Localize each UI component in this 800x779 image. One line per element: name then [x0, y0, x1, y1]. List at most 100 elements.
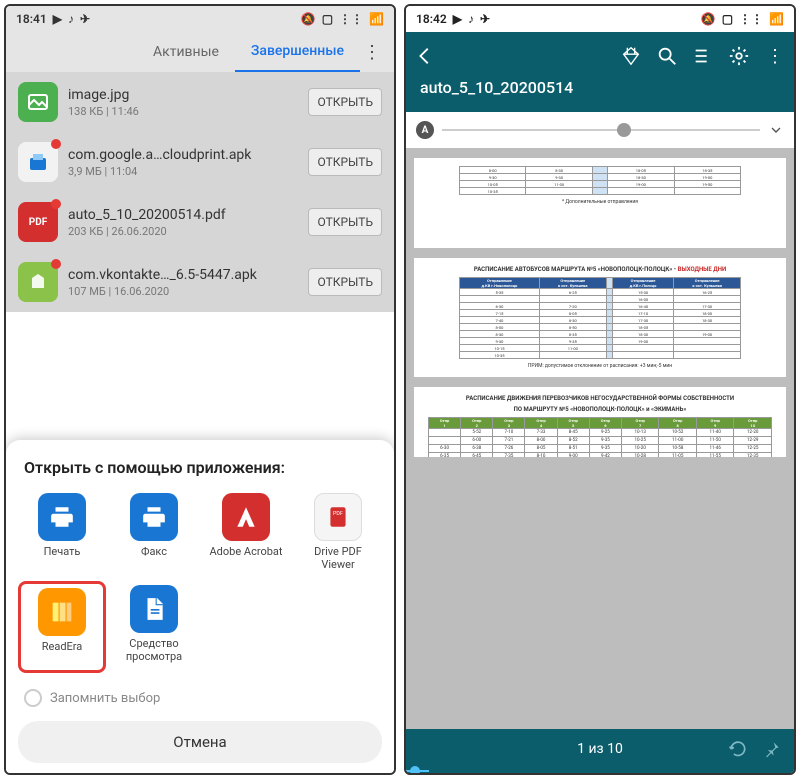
app-label: Факс: [141, 545, 167, 571]
app-grid: Печать Факс Adobe Acrobat PDF Drive PDF …: [18, 489, 382, 673]
wifi-icon: ⋮⋮: [739, 12, 763, 26]
youtube-icon: ▶: [453, 12, 462, 26]
app-print[interactable]: Печать: [18, 489, 106, 575]
search-icon[interactable]: [656, 45, 678, 67]
update-badge-icon: [51, 199, 61, 209]
page-heading: РАСПИСАНИЕ ДВИЖЕНИЯ ПЕРЕВОЗЧИКОВ НЕГОСУД…: [428, 395, 772, 402]
table-note: * Дополнительные отправления: [428, 199, 772, 205]
image-file-icon: [18, 82, 58, 122]
contents-icon[interactable]: [692, 45, 714, 67]
battery-icon: ▢: [322, 12, 333, 26]
app-fax[interactable]: Факс: [110, 489, 198, 575]
open-button[interactable]: ОТКРЫТЬ: [308, 88, 382, 116]
app-label: Drive PDF Viewer: [298, 545, 378, 571]
slider-thumb[interactable]: [617, 123, 631, 137]
file-name: auto_5_10_20200514.pdf: [68, 207, 298, 223]
status-bar: 18:42 ▶ ♪ ✈ 🔕 ▢ ⋮⋮ 📶: [406, 6, 794, 32]
signal-icon: 📶: [769, 12, 784, 26]
svg-text:PDF: PDF: [333, 510, 343, 516]
file-name: image.jpg: [68, 87, 298, 103]
tiktok-icon: ♪: [468, 12, 474, 26]
page-heading: РАСПИСАНИЕ АВТОБУСОВ МАРШРУТА №5 «НОВОПО…: [428, 266, 772, 273]
app-label: Adobe Acrobat: [210, 545, 283, 571]
file-meta: 3,9 МБ | 11:04: [68, 165, 298, 178]
auto-brightness-icon[interactable]: A: [416, 121, 434, 139]
pdf-file-icon: PDF: [18, 202, 58, 242]
file-row[interactable]: com.vkontakte…_6.5-5447.apk 107 МБ | 16.…: [6, 252, 394, 312]
document-page-1: 8-008-3018-0518-35 9-309-3018-3019-00 10…: [414, 158, 786, 248]
left-phone-downloads: 18:41 ▶ ♪ ✈ 🔕 ▢ ⋮⋮ 📶 Активные Завершенны…: [4, 4, 396, 775]
open-button[interactable]: ОТКРЫТЬ: [308, 148, 382, 176]
app-readera[interactable]: ReadEra: [18, 581, 106, 673]
premium-icon[interactable]: [620, 45, 642, 67]
status-time: 18:41: [16, 12, 47, 26]
update-badge-icon: [51, 259, 61, 269]
file-meta: 138 КБ | 11:46: [68, 105, 298, 118]
remember-label: Запомнить выбор: [50, 691, 160, 706]
mute-icon: 🔕: [701, 12, 716, 26]
status-bar: 18:41 ▶ ♪ ✈ 🔕 ▢ ⋮⋮ 📶: [6, 6, 394, 32]
status-time: 18:42: [416, 12, 447, 26]
cancel-button[interactable]: Отмена: [18, 721, 382, 763]
file-meta: 203 КБ | 26.06.2020: [68, 225, 298, 238]
signal-icon: 📶: [369, 12, 384, 26]
apk-file-icon: [18, 262, 58, 302]
remember-choice[interactable]: Запомнить выбор: [18, 681, 382, 715]
youtube-icon: ▶: [53, 12, 62, 26]
battery-icon: ▢: [722, 12, 733, 26]
open-with-sheet: Открыть с помощью приложения: Печать Фак…: [6, 440, 394, 773]
telegram-icon: ✈: [80, 12, 90, 26]
app-label: Средство просмотра: [114, 637, 194, 663]
file-name: com.vkontakte…_6.5-5447.apk: [68, 267, 298, 283]
mute-icon: 🔕: [301, 12, 316, 26]
brightness-toolbar: A: [406, 112, 794, 148]
file-list: image.jpg 138 КБ | 11:46 ОТКРЫТЬ com.goo…: [6, 72, 394, 312]
document-icon: [130, 585, 178, 633]
wifi-icon: ⋮⋮: [339, 12, 363, 26]
file-row[interactable]: image.jpg 138 КБ | 11:46 ОТКРЫТЬ: [6, 72, 394, 132]
overflow-menu-icon[interactable]: ⋮: [764, 45, 786, 67]
document-viewport[interactable]: A 8-008-3018-0518-35 9-309-3018-3019-00 …: [406, 112, 794, 729]
back-icon[interactable]: [414, 45, 436, 67]
file-row[interactable]: PDF auto_5_10_20200514.pdf 203 КБ | 26.0…: [6, 192, 394, 252]
fax-icon: [130, 493, 178, 541]
app-viewer[interactable]: Средство просмотра: [110, 581, 198, 673]
readera-icon: [38, 588, 86, 636]
telegram-icon: ✈: [480, 12, 490, 26]
app-adobe[interactable]: Adobe Acrobat: [202, 489, 290, 575]
document-page-3: РАСПИСАНИЕ ДВИЖЕНИЯ ПЕРЕВОЗЧИКОВ НЕГОСУД…: [414, 387, 786, 457]
chevron-down-icon[interactable]: [768, 122, 784, 138]
schedule-table: Отправлениед.КВ г.НовополоцкОтправлениек…: [459, 277, 741, 359]
file-meta: 107 МБ | 16.06.2020: [68, 285, 298, 298]
app-label: ReadEra: [42, 640, 83, 666]
rotate-icon[interactable]: [728, 739, 748, 759]
brightness-slider[interactable]: [442, 129, 760, 131]
overflow-menu-icon[interactable]: ⋮: [360, 42, 384, 63]
file-name: com.google.a…cloudprint.apk: [68, 147, 298, 163]
printer-icon: [38, 493, 86, 541]
pin-icon[interactable]: [762, 739, 782, 759]
right-phone-reader: 18:42 ▶ ♪ ✈ 🔕 ▢ ⋮⋮ 📶 ⋮ auto_5_10_2020051…: [404, 4, 796, 775]
settings-icon[interactable]: [728, 45, 750, 67]
page-indicator[interactable]: 1 из 10: [577, 741, 623, 757]
schedule-table: 8-008-3018-0518-35 9-309-3018-3019-00 10…: [459, 166, 741, 195]
progress-thumb[interactable]: [410, 766, 420, 775]
radio-unchecked-icon[interactable]: [24, 689, 42, 707]
schedule-table: Отпр1Отпр2Отпр3Отпр4Отпр5Отпр6Отпр7Отпр8…: [428, 417, 772, 457]
reading-progress[interactable]: [406, 769, 794, 773]
page-subheading: ПО МАРШРУТУ №5 «НОВОПОЛОЦК-ПОЛОЦК» и «ЭК…: [428, 406, 772, 413]
app-drive-pdf[interactable]: PDF Drive PDF Viewer: [294, 489, 382, 575]
adobe-icon: [222, 493, 270, 541]
update-badge-icon: [51, 139, 61, 149]
open-button[interactable]: ОТКРЫТЬ: [308, 208, 382, 236]
reader-appbar: ⋮ auto_5_10_20200514: [406, 32, 794, 112]
file-row[interactable]: com.google.a…cloudprint.apk 3,9 МБ | 11:…: [6, 132, 394, 192]
tab-completed[interactable]: Завершенные: [235, 32, 360, 72]
page-note: ПРИМ: допустимое отклонение от расписани…: [428, 363, 772, 369]
open-button[interactable]: ОТКРЫТЬ: [308, 268, 382, 296]
downloads-tabs: Активные Завершенные ⋮: [6, 32, 394, 72]
app-label: Печать: [44, 545, 81, 571]
tiktok-icon: ♪: [68, 12, 74, 26]
tab-active[interactable]: Активные: [137, 32, 235, 72]
sheet-title: Открыть с помощью приложения:: [18, 458, 382, 477]
